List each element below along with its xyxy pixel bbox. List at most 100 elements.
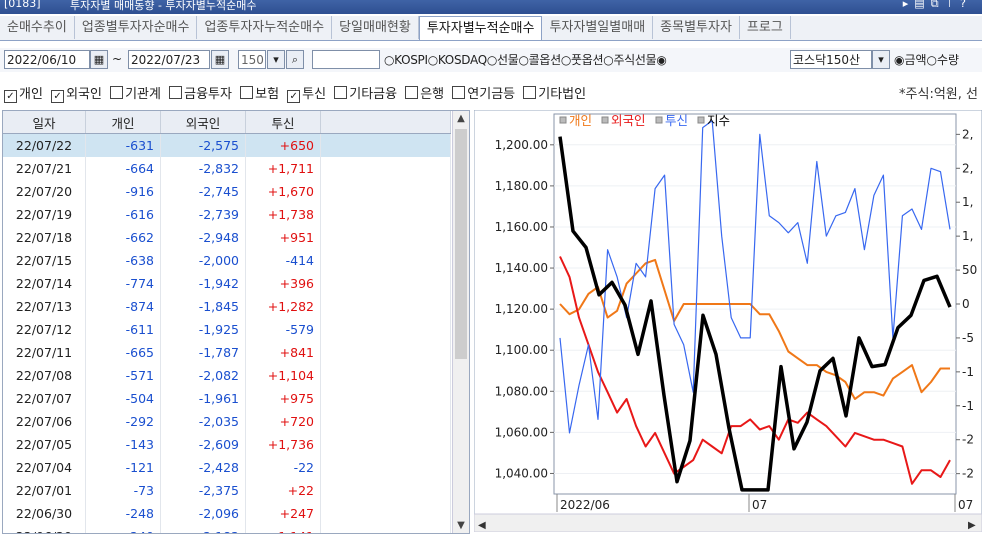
table-row[interactable]: 22/07/01 -73 -2,375 +22 xyxy=(3,479,451,502)
checkbox-icon[interactable] xyxy=(240,86,254,99)
code-input[interactable] xyxy=(312,50,380,69)
check-icon[interactable]: ✓ xyxy=(4,90,17,103)
tab-7[interactable]: 프로그 xyxy=(740,16,791,39)
chart-scrollbar[interactable] xyxy=(473,513,982,533)
table-row[interactable]: 22/07/05 -143 -2,609 +1,736 xyxy=(3,433,451,456)
x-tick-label: 2022/06 xyxy=(560,498,610,512)
tab-3[interactable]: 당일매매현황 xyxy=(332,16,419,39)
calendar-icon[interactable]: ▦ xyxy=(211,50,229,69)
chart-svg[interactable]: 1,200.00 1,180.00 1,160.00 1,140.00 1,120.00… xyxy=(473,109,982,533)
table-row[interactable]: 22/07/19 -616 -2,739 +1,738 xyxy=(3,203,451,226)
cell-foreign: -2,575 xyxy=(160,133,246,157)
filter-insurance[interactable]: 보험 xyxy=(240,83,279,102)
filter-institution[interactable]: 기관계 xyxy=(110,83,161,102)
table-row[interactable]: 22/07/15 -638 -2,000 -414 xyxy=(3,249,451,272)
cell-trust: +841 xyxy=(245,341,321,364)
cell-foreign: -2,739 xyxy=(160,203,246,226)
cell-empty xyxy=(320,502,451,525)
checkbox-icon[interactable] xyxy=(334,86,348,99)
cell-date: 22/07/14 xyxy=(3,272,86,295)
tab-0[interactable]: 순매수추이 xyxy=(0,16,75,39)
legend-label: 외국인 xyxy=(611,113,646,128)
table-row[interactable]: 22/07/12 -611 -1,925 -579 xyxy=(3,318,451,341)
col-foreign[interactable]: 외국인 xyxy=(160,111,246,134)
cell-foreign: -2,096 xyxy=(160,502,246,525)
table-row[interactable]: 22/07/20 -916 -2,745 +1,670 xyxy=(3,180,451,203)
scroll-left-icon: ◀ xyxy=(478,520,486,531)
checkbox-icon[interactable] xyxy=(452,86,466,99)
table-row[interactable]: 22/07/06 -292 -2,035 +720 xyxy=(3,410,451,433)
table-row[interactable]: 22/06/30 -248 -2,096 +247 xyxy=(3,502,451,525)
cell-foreign: -2,948 xyxy=(160,226,246,249)
tab-1[interactable]: 업종별투자자순매수 xyxy=(75,16,198,39)
market-select[interactable]: 코스닥150산 xyxy=(790,50,872,69)
tab-4[interactable]: 투자자별누적순매수 xyxy=(418,16,543,40)
cell-date: 22/07/20 xyxy=(3,180,86,203)
help-icon[interactable]: ? xyxy=(960,0,972,10)
checkbox-icon[interactable] xyxy=(405,86,419,99)
copy-icon[interactable]: ⧉ xyxy=(931,0,945,10)
table-row[interactable]: 22/07/18 -662 -2,948 +951 xyxy=(3,226,451,249)
cell-date: 22/07/21 xyxy=(3,157,86,180)
scroll-down-icon[interactable]: ▼ xyxy=(453,520,469,531)
filter-other-corp[interactable]: 기타법인 xyxy=(523,83,586,102)
cell-individual: -616 xyxy=(85,203,161,226)
start-date-input[interactable]: 2022/06/10 xyxy=(4,50,90,69)
print-icon[interactable]: ▤ xyxy=(914,0,930,10)
filter-other-finance[interactable]: 기타금융 xyxy=(334,83,397,102)
table-row[interactable]: 22/06/29-240-2,183+1,141 xyxy=(3,525,451,533)
y-right-tick-label: 1, xyxy=(962,195,973,209)
table-row[interactable]: 22/07/07 -504 -1,961 +975 xyxy=(3,387,451,410)
checkbox-icon[interactable] xyxy=(523,86,537,99)
pin-icon[interactable]: ⊤ xyxy=(945,0,961,10)
tab-2[interactable]: 업종투자자누적순매수 xyxy=(197,16,333,39)
y-left-tick-label: 1,160.00 xyxy=(495,220,548,234)
y-left-tick-label: 1,040.00 xyxy=(495,466,548,480)
end-date-input[interactable]: 2022/07/23 xyxy=(128,50,210,69)
cell-trust: -414 xyxy=(245,249,321,272)
scroll-up-icon[interactable]: ▲ xyxy=(453,113,469,124)
window-controls[interactable]: ▸▤⧉⊤? xyxy=(903,0,972,11)
table-row[interactable]: 22/07/14 -774 -1,942 +396 xyxy=(3,272,451,295)
cell-foreign: -1,942 xyxy=(160,272,246,295)
table-row[interactable]: 22/07/22 -631 -2,575 +650 xyxy=(3,133,451,157)
filter-foreign[interactable]: ✓ 외국인 xyxy=(51,83,102,103)
cell-foreign: -2,832 xyxy=(160,157,246,180)
filter-trust[interactable]: ✓ 투신 xyxy=(287,83,326,103)
table-row[interactable]: 22/07/11 -665 -1,787 +841 xyxy=(3,341,451,364)
filter-bank[interactable]: 은행 xyxy=(405,83,444,102)
table-row[interactable]: 22/07/13 -874 -1,845 +1,282 xyxy=(3,295,451,318)
cell-individual: -571 xyxy=(85,364,161,387)
window-number: [0183] xyxy=(4,0,41,10)
cell-empty xyxy=(320,525,451,533)
search-icon[interactable]: ⌕ xyxy=(286,50,304,69)
check-icon[interactable]: ✓ xyxy=(51,90,65,103)
chevron-down-icon[interactable]: ▾ xyxy=(267,50,285,69)
calendar-icon[interactable]: ▦ xyxy=(90,50,108,69)
col-trust[interactable]: 투신 xyxy=(245,111,321,134)
table-row[interactable]: 22/07/04 -121 -2,428 -22 xyxy=(3,456,451,479)
tab-5[interactable]: 투자자별일별매매 xyxy=(542,16,654,39)
table-row[interactable]: 22/07/21 -664 -2,832 +1,711 xyxy=(3,157,451,180)
col-date[interactable]: 일자 xyxy=(3,111,86,134)
investor-chart[interactable]: 1,200.00 1,180.00 1,160.00 1,140.00 1,120.00… xyxy=(473,109,982,533)
filter-pension[interactable]: 연기금등 xyxy=(452,83,515,102)
cell-individual: -292 xyxy=(85,410,161,433)
cell-foreign: -1,787 xyxy=(160,341,246,364)
col-individual[interactable]: 개인 xyxy=(85,111,161,134)
filter-financial-investment[interactable]: 금융투자 xyxy=(169,83,232,102)
y-left-tick-label: 1,100.00 xyxy=(495,343,548,357)
link-icon[interactable]: ▸ xyxy=(903,0,915,10)
check-icon[interactable]: ✓ xyxy=(287,90,301,103)
table-row[interactable]: 22/07/08 -571 -2,082 +1,104 xyxy=(3,364,451,387)
filter-individual[interactable]: ✓ 개인 xyxy=(4,83,43,103)
count-input[interactable]: 150 xyxy=(238,50,266,69)
table-scrollbar[interactable]: ▲ ▼ xyxy=(452,111,469,533)
scroll-thumb[interactable] xyxy=(455,129,467,359)
amount-quantity-options[interactable]: ◉금액○수량 xyxy=(894,51,959,68)
checkbox-icon[interactable] xyxy=(169,86,183,99)
chevron-down-icon[interactable]: ▾ xyxy=(872,50,890,69)
market-options[interactable]: ○KOSPI○KOSDAQ○선물○콜옵션○풋옵션○주식선물◉ xyxy=(384,51,668,68)
checkbox-icon[interactable] xyxy=(110,86,124,99)
tab-6[interactable]: 종목별투자자 xyxy=(653,16,740,39)
